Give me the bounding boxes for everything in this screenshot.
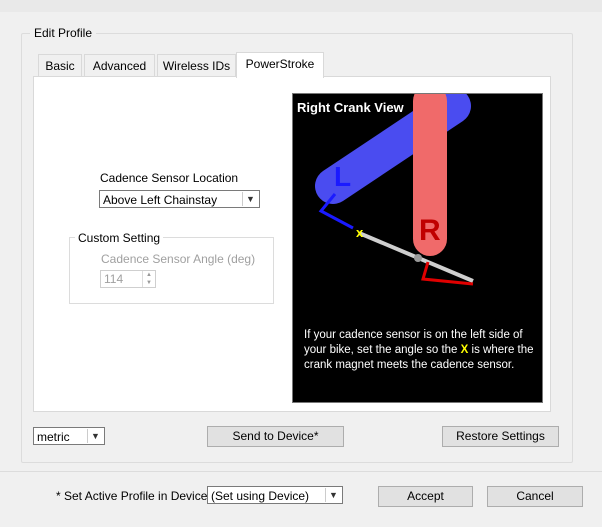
active-profile-select[interactable]: (Set using Device) ▼ (207, 486, 343, 504)
cancel-button[interactable]: Cancel (487, 486, 583, 507)
cadence-location-select[interactable]: Above Left Chainstay ▼ (99, 190, 260, 208)
magnet-marker: x (356, 225, 364, 240)
spin-up-icon[interactable]: ▲ (142, 271, 155, 279)
cadence-location-value: Above Left Chainstay (103, 193, 218, 207)
chevron-down-icon[interactable]: ▼ (87, 429, 103, 443)
units-value: metric (37, 430, 70, 444)
tab-basic[interactable]: Basic (38, 54, 82, 76)
sensor-angle-value: 114 (104, 272, 124, 286)
chevron-down-icon[interactable]: ▼ (242, 192, 258, 206)
accept-button[interactable]: Accept (378, 486, 473, 507)
restore-settings-button[interactable]: Restore Settings (442, 426, 559, 447)
custom-setting-title: Custom Setting (75, 231, 164, 245)
crank-view-title: Right Crank View (297, 100, 404, 115)
spindle-center (414, 254, 422, 262)
tab-wireless-ids[interactable]: Wireless IDs (157, 54, 236, 76)
spin-down-icon[interactable]: ▼ (142, 279, 155, 287)
sensor-angle-input[interactable]: 114 ▲ ▼ (100, 270, 156, 288)
edit-profile-title: Edit Profile (30, 26, 97, 40)
tab-powerstroke[interactable]: PowerStroke (236, 52, 324, 78)
units-select[interactable]: metric ▼ (33, 427, 105, 445)
note-marker: X (460, 344, 469, 356)
window-top-strip (0, 0, 602, 12)
active-profile-label: * Set Active Profile in Device (56, 489, 208, 503)
left-letter: L (334, 161, 351, 192)
cadence-location-label: Cadence Sensor Location (100, 171, 239, 185)
crank-view-image: L R x Right Crank View If your cadence s… (292, 93, 543, 403)
right-letter: R (419, 214, 441, 247)
chevron-down-icon[interactable]: ▼ (325, 488, 341, 502)
tab-advanced[interactable]: Advanced (84, 54, 155, 76)
sensor-angle-label: Cadence Sensor Angle (deg) (101, 252, 256, 266)
active-profile-value: (Set using Device) (211, 489, 310, 503)
crank-view-note: If your cadence sensor is on the left si… (304, 328, 536, 373)
right-pedal-lines (421, 261, 474, 286)
send-to-device-button[interactable]: Send to Device* (207, 426, 344, 447)
